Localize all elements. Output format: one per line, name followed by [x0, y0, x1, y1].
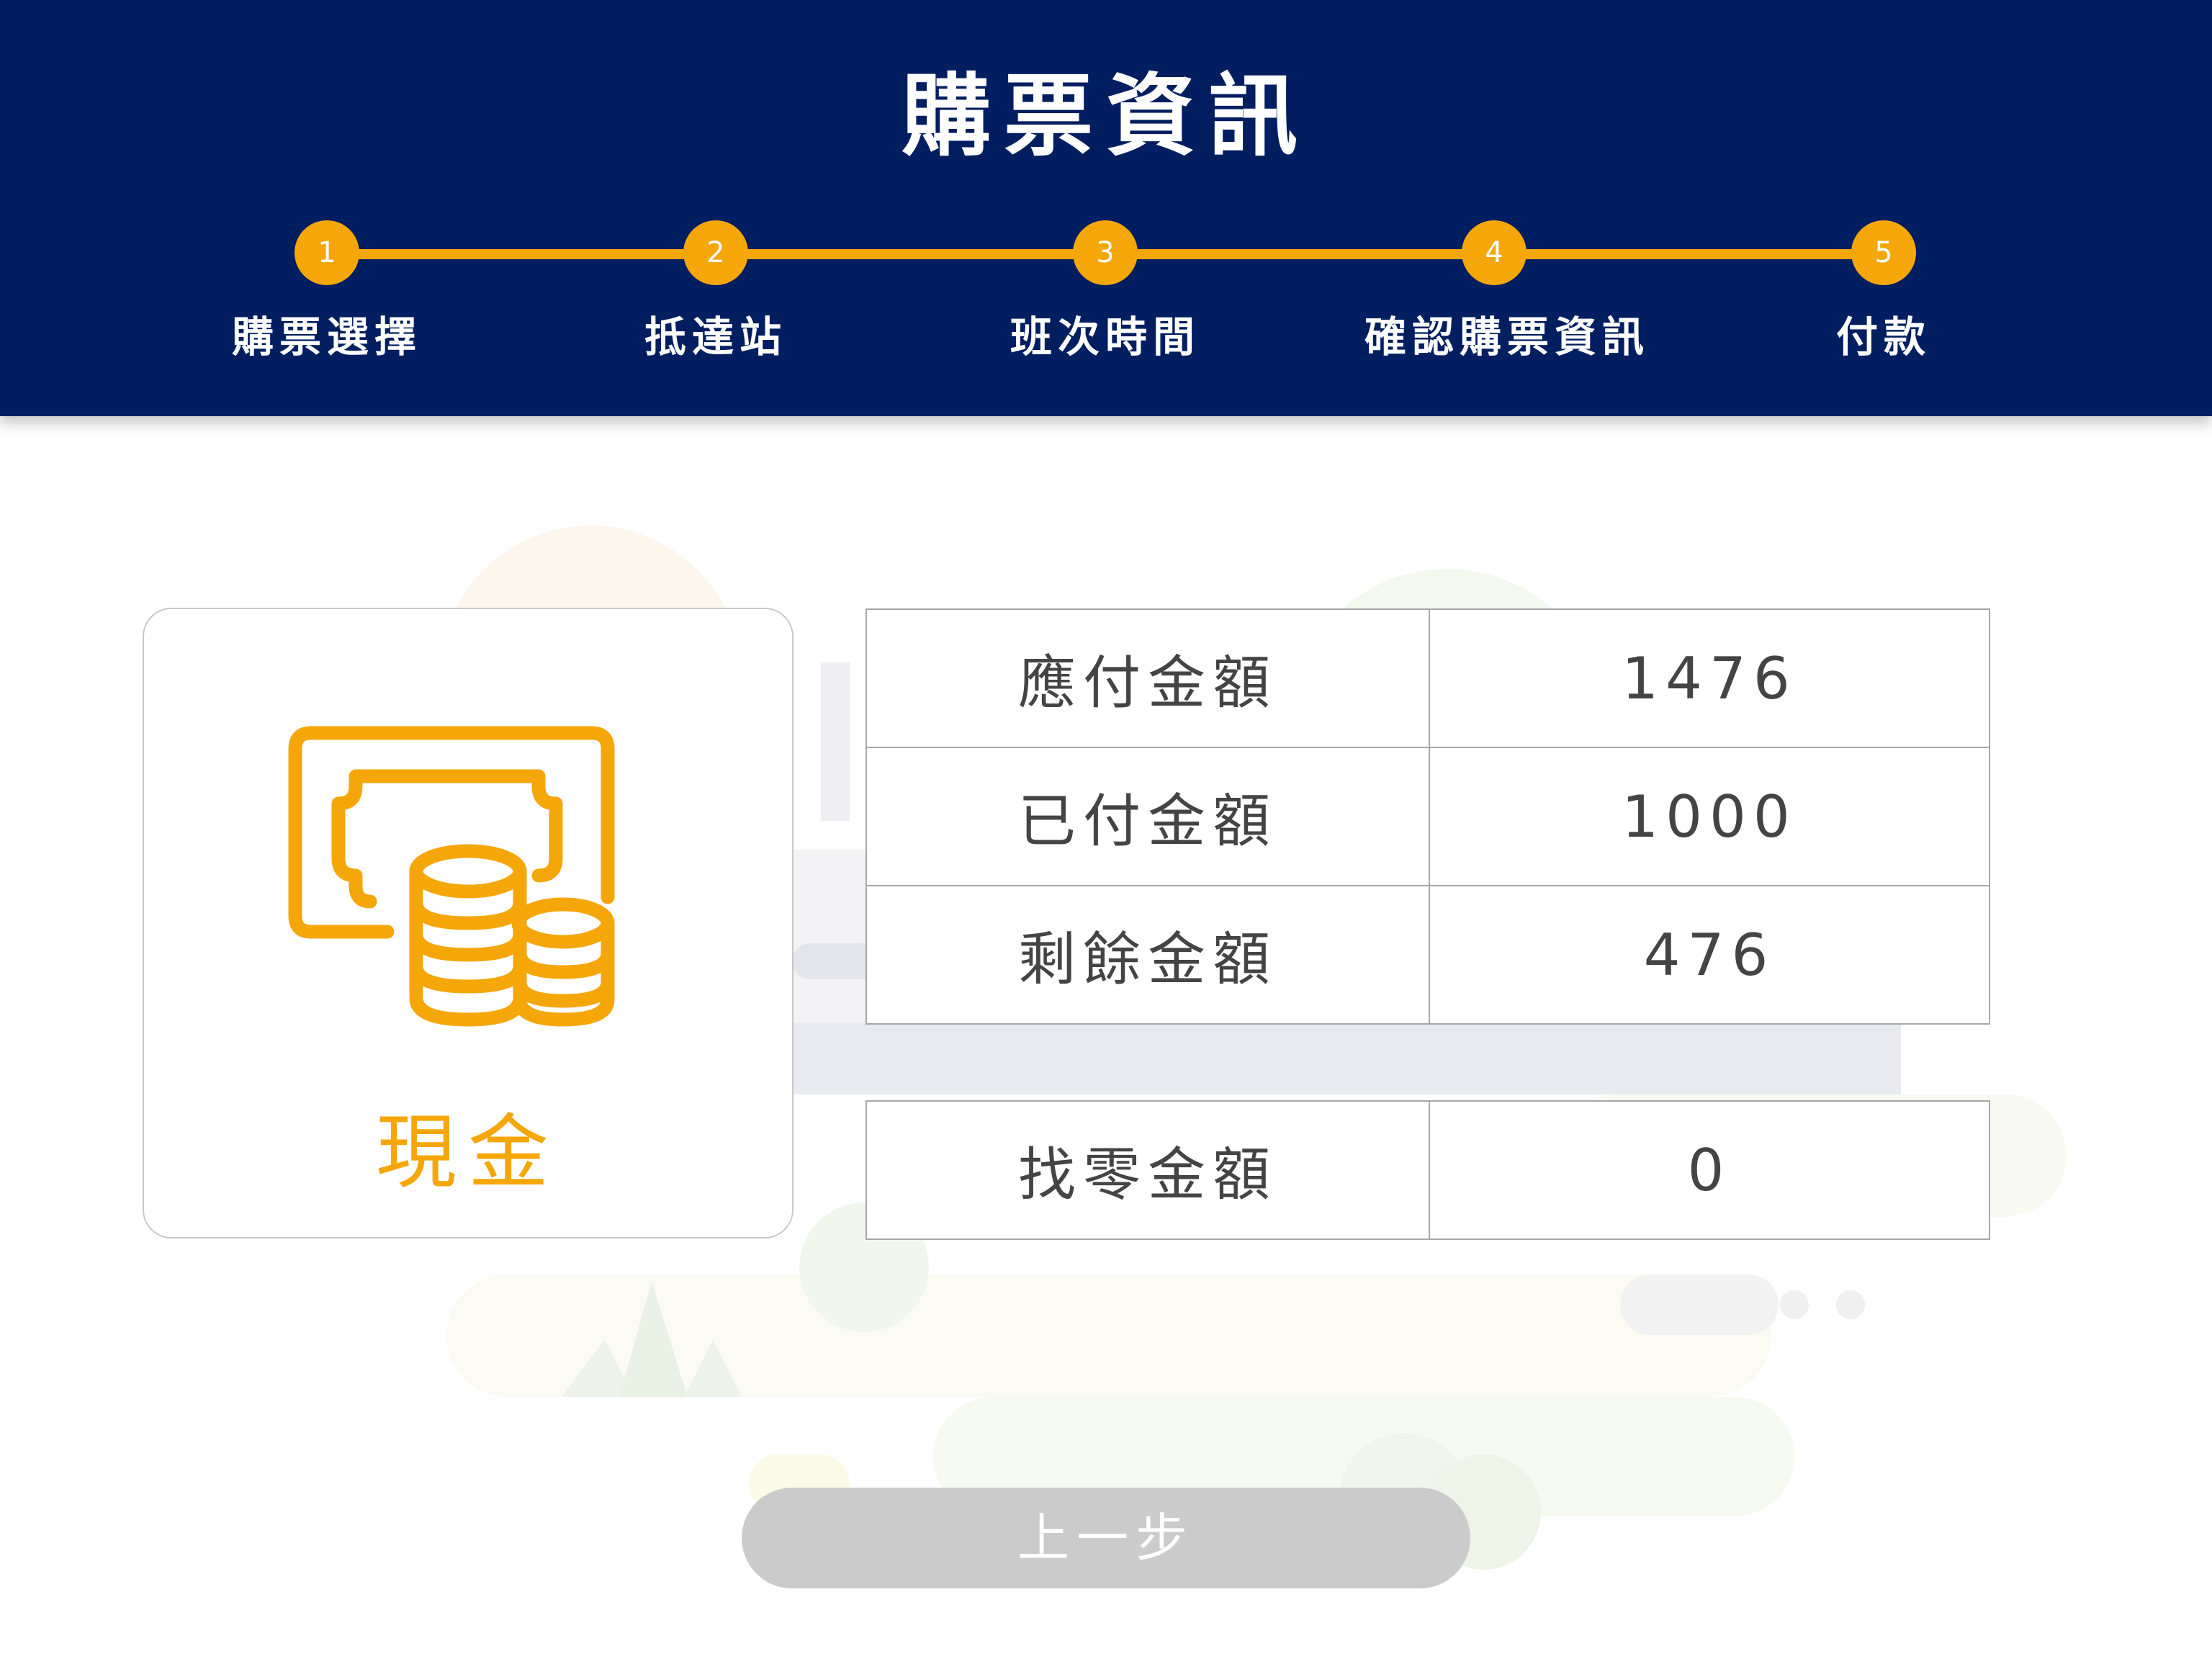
step-2-label: 抵達站	[644, 313, 787, 361]
step-4: 4 確認購票資訊	[1364, 220, 1650, 366]
step-1: 1 購票選擇	[197, 220, 457, 366]
amount-paid-label: 已付金額	[866, 747, 1430, 886]
step-1-number: 1	[295, 220, 359, 285]
step-2: 2 抵達站	[586, 220, 845, 366]
step-4-number: 4	[1462, 220, 1527, 285]
cash-payment-card: 現金	[143, 608, 793, 1238]
change-value: 0	[1429, 1100, 1990, 1240]
table-row: 找零金額 0	[866, 1100, 1990, 1240]
change-label: 找零金額	[866, 1100, 1430, 1240]
step-5-number: 5	[1851, 220, 1916, 285]
amount-due-label: 應付金額	[866, 608, 1430, 748]
step-1-label: 購票選擇	[231, 313, 422, 361]
step-3-label: 班次時間	[1010, 313, 1200, 361]
table-row: 剩餘金額 476	[866, 885, 1990, 1025]
amount-remaining-value: 476	[1429, 885, 1990, 1025]
header-bar: 購票資訊 1 購票選擇 2 抵達站 3 班次時間 4 確認購票資訊 5 付款	[0, 0, 2212, 416]
step-5-label: 付款	[1835, 313, 1931, 361]
step-5: 5 付款	[1754, 220, 2013, 366]
step-4-label: 確認購票資訊	[1364, 313, 1650, 361]
payment-method-label: 現金	[376, 1106, 560, 1200]
page-title: 購票資訊	[901, 65, 1310, 168]
cash-money-icon	[288, 726, 615, 1027]
amount-remaining-label: 剩餘金額	[866, 885, 1430, 1025]
amount-summary-table: 應付金額 1476 已付金額 1000 剩餘金額 476	[866, 608, 1990, 1025]
step-3: 3 班次時間	[976, 220, 1235, 366]
amount-paid-value: 1000	[1429, 747, 1990, 886]
amount-due-value: 1476	[1429, 608, 1990, 748]
table-row: 應付金額 1476	[866, 608, 1990, 748]
step-3-number: 3	[1073, 220, 1138, 285]
step-2-number: 2	[683, 220, 748, 285]
back-button[interactable]: 上一步	[742, 1488, 1470, 1588]
change-table: 找零金額 0	[866, 1100, 1990, 1240]
table-row: 已付金額 1000	[866, 747, 1990, 886]
